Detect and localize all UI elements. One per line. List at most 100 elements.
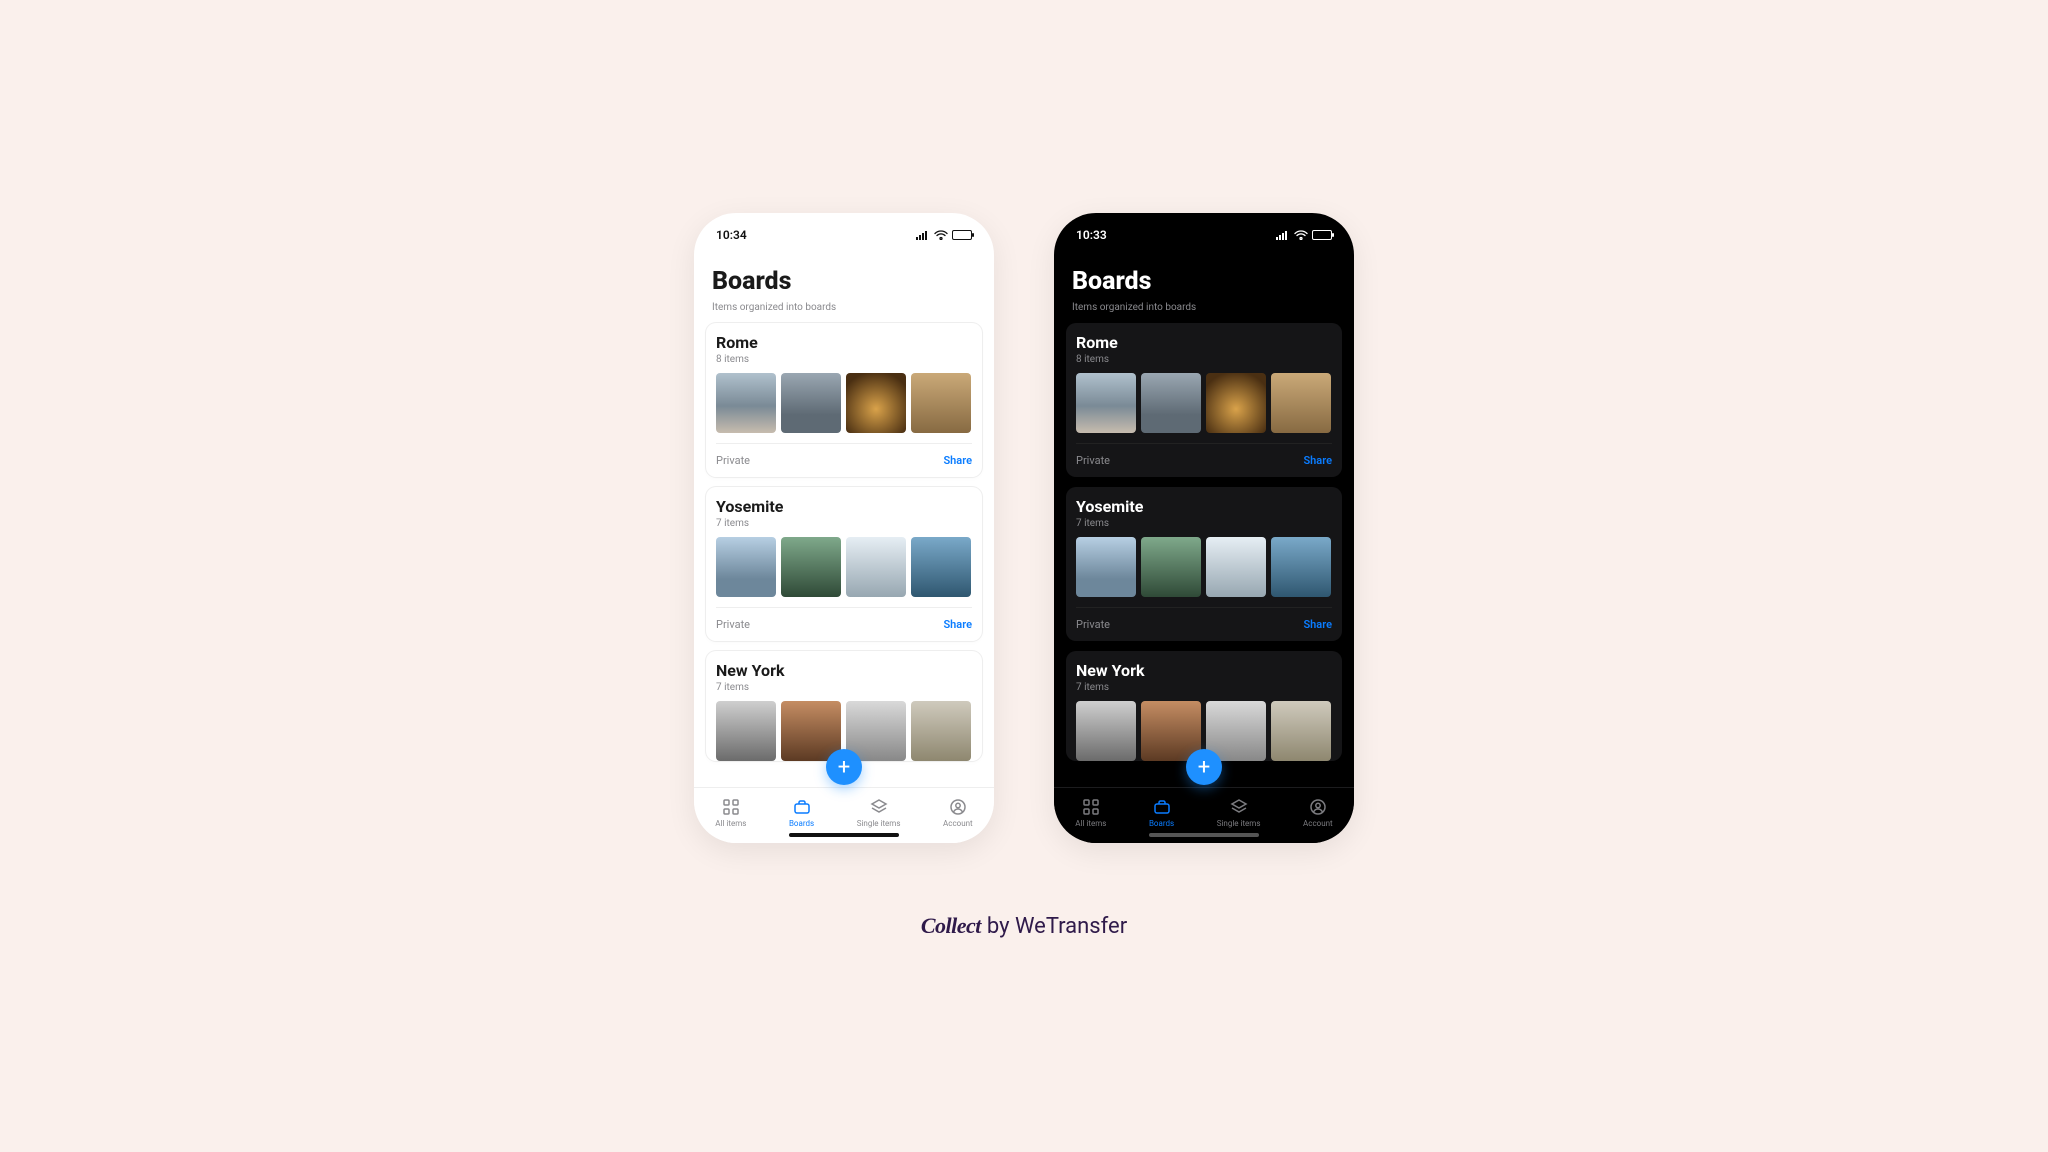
board-card-rome[interactable]: Rome 8 items Private Share <box>706 323 982 477</box>
thumbnail[interactable] <box>716 701 776 761</box>
board-card-rome[interactable]: Rome 8 items Private Share <box>1066 323 1342 477</box>
notch <box>774 213 914 237</box>
board-title: New York <box>1076 661 1332 680</box>
cellular-icon <box>916 230 930 240</box>
thumbnail[interactable] <box>781 373 841 433</box>
thumbnail[interactable] <box>1206 373 1266 433</box>
brand-byline: by WeTransfer <box>987 914 1127 939</box>
board-thumbnails <box>716 537 972 597</box>
thumbnail[interactable] <box>781 537 841 597</box>
tab-account[interactable]: Account <box>943 797 973 828</box>
branding: Collect by WeTransfer <box>921 913 1127 939</box>
page-subtitle: Items organized into boards <box>706 302 982 323</box>
thumbnail[interactable] <box>1076 373 1136 433</box>
thumbnail[interactable] <box>716 537 776 597</box>
board-footer: Private Share <box>1076 607 1332 641</box>
board-thumbnails <box>1076 537 1332 597</box>
board-title: New York <box>716 661 972 680</box>
tab-single-items[interactable]: Single items <box>857 797 901 828</box>
layers-icon <box>1229 797 1249 817</box>
add-button[interactable]: + <box>1186 749 1222 785</box>
status-icons <box>1276 230 1332 240</box>
briefcase-icon <box>792 797 812 817</box>
share-button[interactable]: Share <box>943 454 972 467</box>
thumbnail[interactable] <box>1141 373 1201 433</box>
tab-boards[interactable]: Boards <box>789 797 814 828</box>
board-item-count: 8 items <box>716 354 972 365</box>
tab-all-items[interactable]: All items <box>715 797 746 828</box>
board-footer: Private Share <box>716 443 972 477</box>
share-button[interactable]: Share <box>1303 454 1332 467</box>
brand-name: Collect <box>921 913 981 939</box>
board-card-yosemite[interactable]: Yosemite 7 items Private Share <box>1066 487 1342 641</box>
board-footer: Private Share <box>1076 443 1332 477</box>
thumbnail[interactable] <box>716 373 776 433</box>
tab-label: All items <box>1075 819 1106 828</box>
board-privacy-label: Private <box>716 454 750 467</box>
thumbnail[interactable] <box>1076 701 1136 761</box>
plus-icon: + <box>1198 755 1210 780</box>
tab-all-items[interactable]: All items <box>1075 797 1106 828</box>
home-indicator[interactable] <box>789 833 899 837</box>
board-item-count: 8 items <box>1076 354 1332 365</box>
notch <box>1134 213 1274 237</box>
tab-label: Account <box>943 819 973 828</box>
thumbnail[interactable] <box>1076 537 1136 597</box>
share-button[interactable]: Share <box>1303 618 1332 631</box>
status-icons <box>916 230 972 240</box>
tab-label: Single items <box>1217 819 1261 828</box>
tab-label: Boards <box>789 819 814 828</box>
board-title: Rome <box>1076 333 1332 352</box>
page-subtitle: Items organized into boards <box>1066 302 1342 323</box>
thumbnail[interactable] <box>846 373 906 433</box>
wifi-icon <box>934 230 948 240</box>
scroll-area[interactable]: Boards Items organized into boards Rome … <box>1054 247 1354 787</box>
battery-icon <box>952 230 972 240</box>
status-time: 10:34 <box>716 228 747 242</box>
thumbnail[interactable] <box>1206 537 1266 597</box>
board-privacy-label: Private <box>716 618 750 631</box>
tab-single-items[interactable]: Single items <box>1217 797 1261 828</box>
person-circle-icon <box>1308 797 1328 817</box>
thumbnail[interactable] <box>1271 373 1331 433</box>
board-item-count: 7 items <box>1076 518 1332 529</box>
thumbnail[interactable] <box>911 373 971 433</box>
tab-label: Boards <box>1149 819 1174 828</box>
board-item-count: 7 items <box>1076 682 1332 693</box>
tab-boards[interactable]: Boards <box>1149 797 1174 828</box>
phones-row: 10:34 Boards Items organized into boards… <box>694 213 1354 843</box>
phone-light: 10:34 Boards Items organized into boards… <box>694 213 994 843</box>
thumbnail[interactable] <box>911 537 971 597</box>
wifi-icon <box>1294 230 1308 240</box>
thumbnail[interactable] <box>846 537 906 597</box>
home-indicator[interactable] <box>1149 833 1259 837</box>
status-time: 10:33 <box>1076 228 1107 242</box>
board-card-newyork[interactable]: New York 7 items <box>1066 651 1342 761</box>
board-privacy-label: Private <box>1076 454 1110 467</box>
add-button[interactable]: + <box>826 749 862 785</box>
board-footer: Private Share <box>716 607 972 641</box>
thumbnail[interactable] <box>1271 537 1331 597</box>
page-title: Boards <box>706 257 982 302</box>
briefcase-icon <box>1152 797 1172 817</box>
board-title: Rome <box>716 333 972 352</box>
tab-label: Account <box>1303 819 1333 828</box>
tab-account[interactable]: Account <box>1303 797 1333 828</box>
battery-icon <box>1312 230 1332 240</box>
thumbnail[interactable] <box>911 701 971 761</box>
cellular-icon <box>1276 230 1290 240</box>
thumbnail[interactable] <box>1271 701 1331 761</box>
scroll-area[interactable]: Boards Items organized into boards Rome … <box>694 247 994 787</box>
thumbnail[interactable] <box>1141 537 1201 597</box>
plus-icon: + <box>838 755 850 780</box>
person-circle-icon <box>948 797 968 817</box>
board-item-count: 7 items <box>716 682 972 693</box>
share-button[interactable]: Share <box>943 618 972 631</box>
board-thumbnails <box>716 373 972 433</box>
board-card-yosemite[interactable]: Yosemite 7 items Private Share <box>706 487 982 641</box>
board-card-newyork[interactable]: New York 7 items <box>706 651 982 761</box>
phone-dark: 10:33 Boards Items organized into boards… <box>1054 213 1354 843</box>
board-thumbnails <box>1076 373 1332 433</box>
grid-icon <box>721 797 741 817</box>
page-title: Boards <box>1066 257 1342 302</box>
